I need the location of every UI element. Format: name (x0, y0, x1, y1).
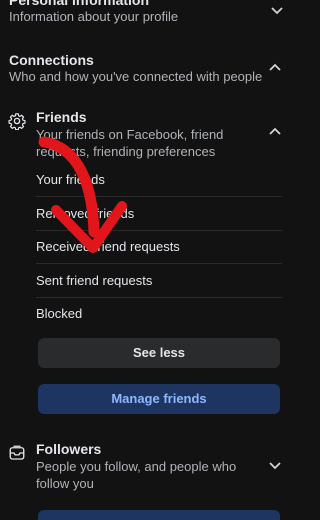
menu-item-sent-requests[interactable]: Sent friend requests (36, 264, 282, 298)
menu-item-received-requests[interactable]: Received friend requests (36, 230, 282, 264)
followers-title: Followers (36, 441, 102, 457)
menu-item-your-friends[interactable]: Your friends (36, 163, 282, 197)
see-less-button[interactable]: See less (38, 338, 280, 368)
inbox-icon (8, 444, 26, 462)
friends-title: Friends (36, 109, 87, 125)
menu-item-removed-friends[interactable]: Removed friends (36, 197, 282, 231)
connections-subtitle: Who and how you've connected with people (9, 69, 263, 84)
chevron-up-icon[interactable] (268, 126, 282, 136)
menu-item-blocked[interactable]: Blocked (36, 297, 282, 331)
manage-friends-button[interactable]: Manage friends (38, 384, 280, 414)
chevron-up-icon[interactable] (268, 62, 282, 72)
connections-title: Connections (9, 52, 94, 68)
followers-subtitle: People you follow, and people who follow… (36, 459, 237, 491)
followers-action-button[interactable] (38, 510, 280, 520)
friends-subtitle: Your friends on Facebook, friend request… (36, 127, 224, 159)
chevron-down-icon[interactable] (268, 461, 282, 471)
personal-info-subtitle: Information about your profile (9, 9, 179, 24)
gear-icon (8, 112, 26, 131)
chevron-down-icon[interactable] (270, 6, 284, 16)
personal-info-title: Personal information (9, 0, 150, 8)
